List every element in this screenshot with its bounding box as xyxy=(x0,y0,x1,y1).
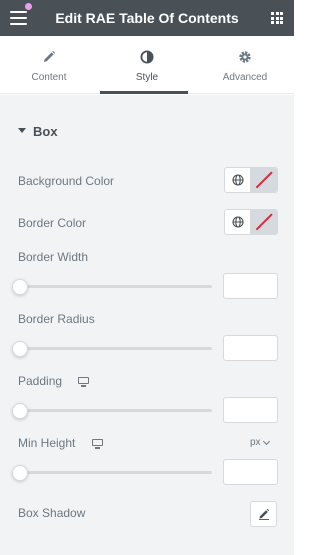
slider-handle[interactable] xyxy=(12,279,28,295)
border-radius-input[interactable] xyxy=(223,335,278,361)
hamburger-menu-icon[interactable] xyxy=(10,11,27,25)
desktop-icon[interactable] xyxy=(92,439,104,449)
padding-slider[interactable] xyxy=(12,402,212,419)
tab-content[interactable]: Content xyxy=(0,36,98,94)
grid-icon[interactable] xyxy=(271,12,283,24)
padding-label: Padding xyxy=(18,374,63,388)
background-color-label: Background Color xyxy=(18,174,115,188)
slider-handle[interactable] xyxy=(12,341,28,357)
tab-label: Style xyxy=(135,72,159,83)
border-color-control xyxy=(224,209,278,235)
slider-track xyxy=(18,409,212,412)
min-height-input[interactable] xyxy=(223,459,278,485)
globe-icon xyxy=(231,174,244,186)
border-width-slider[interactable] xyxy=(12,278,212,295)
unit-select[interactable]: px xyxy=(250,437,270,448)
tab-label: Advanced xyxy=(222,72,268,83)
tab-label: Content xyxy=(31,72,67,83)
pencil-icon xyxy=(258,508,269,520)
border-radius-slider[interactable] xyxy=(12,340,212,357)
slider-track xyxy=(18,471,212,474)
global-colors-button[interactable] xyxy=(225,210,251,234)
editor-header: Edit RAE Table Of Contents xyxy=(0,0,294,36)
unset-color-slash xyxy=(255,213,273,231)
page-title: Edit RAE Table Of Contents xyxy=(55,10,239,26)
box-shadow-edit-button[interactable] xyxy=(250,501,277,527)
pencil-icon xyxy=(0,50,98,64)
slider-track xyxy=(18,285,212,288)
slider-track xyxy=(18,347,212,350)
slider-handle[interactable] xyxy=(12,465,28,481)
background-color-control xyxy=(224,167,278,193)
background-color-swatch[interactable] xyxy=(251,168,277,192)
border-width-label: Border Width xyxy=(18,250,89,264)
unit-label: px xyxy=(250,437,261,448)
padding-input[interactable] xyxy=(223,397,278,423)
border-width-input[interactable] xyxy=(223,273,278,299)
tab-advanced[interactable]: Advanced xyxy=(196,36,294,94)
half-circle-icon xyxy=(98,50,196,64)
border-radius-label: Border Radius xyxy=(18,312,95,326)
gear-icon xyxy=(196,50,294,64)
caret-down-icon xyxy=(18,128,26,133)
chevron-down-icon xyxy=(262,437,270,445)
section-title: Box xyxy=(33,124,58,139)
global-colors-button[interactable] xyxy=(225,168,251,192)
tab-bar: Content Style Advanced xyxy=(0,36,294,94)
min-height-slider[interactable] xyxy=(12,464,212,481)
tab-style[interactable]: Style xyxy=(98,36,196,94)
slider-handle[interactable] xyxy=(12,403,28,419)
notification-dot xyxy=(25,3,32,10)
globe-icon xyxy=(231,216,244,228)
active-tab-indicator xyxy=(100,91,188,94)
box-shadow-label: Box Shadow xyxy=(18,506,86,520)
unset-color-slash xyxy=(255,171,273,189)
min-height-label: Min Height xyxy=(18,436,76,450)
border-color-label: Border Color xyxy=(18,216,87,230)
desktop-icon[interactable] xyxy=(78,377,90,387)
border-color-swatch[interactable] xyxy=(251,210,277,234)
